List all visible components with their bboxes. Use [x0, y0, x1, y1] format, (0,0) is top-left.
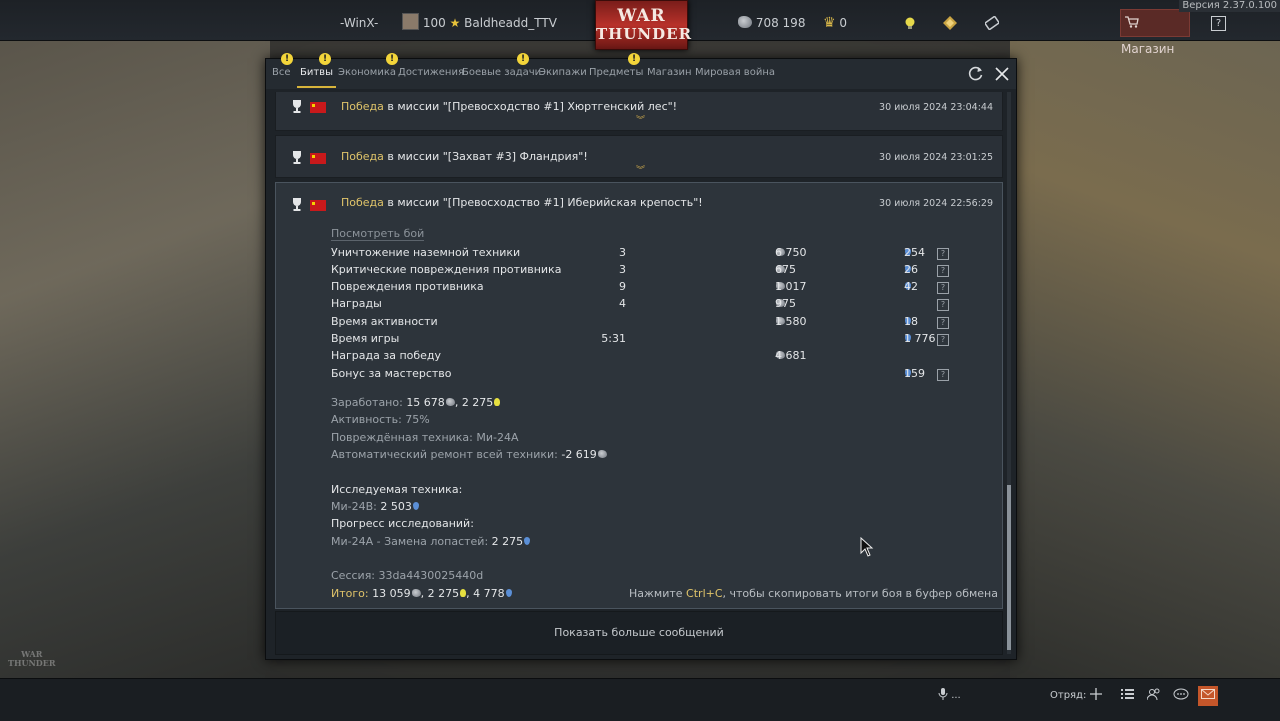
message-title: Победа в миссии "[Превосходство #1] Ибер… [341, 196, 703, 209]
copy-hint: Нажмите Ctrl+C, чтобы скопировать итоги … [629, 587, 998, 600]
alert-icon: ! [319, 53, 331, 65]
message-title: Победа в миссии "[Захват #3] Фландрия"! [341, 150, 588, 163]
activity-summary: Активность: 75% [331, 413, 430, 426]
player-level: 100 [422, 16, 446, 30]
alert-icon: ! [628, 53, 640, 65]
tab-world-war[interactable]: Мировая война [695, 59, 775, 89]
tab-items[interactable]: ! Предметы [589, 53, 643, 89]
alert-icon: ! [281, 53, 293, 65]
close-icon[interactable] [992, 64, 1012, 84]
trophy-icon [293, 151, 301, 164]
tab-achievements[interactable]: ! Достижения [386, 53, 464, 89]
show-more-button[interactable]: Показать больше сообщений [275, 611, 1003, 655]
message-list: Победа в миссии "[Превосходство #1] Хюрт… [275, 92, 1003, 657]
list-icon[interactable] [1121, 679, 1134, 713]
research-points-icon [412, 502, 419, 510]
bottom-bar: ... Отряд: [0, 678, 1280, 721]
mail-icon[interactable] [1198, 686, 1218, 706]
player-nickname: Baldheadd_TTV [464, 16, 557, 30]
background-left [0, 40, 270, 680]
watch-battle-link[interactable]: Посмотреть бой [331, 227, 425, 241]
alert-icon: ! [386, 53, 398, 65]
messages-dialog: ! Все ! Битвы Экономика ! Достижения ! Боевы… [265, 53, 1017, 660]
premium-icon[interactable] [943, 15, 957, 30]
ussr-flag-icon [310, 153, 326, 164]
eagle-icon: ♛ [823, 15, 836, 31]
research-item: Ми-24В: 2 503 [331, 500, 419, 513]
shop-button[interactable]: Магазин [1120, 9, 1190, 56]
progress-heading: Прогресс исследований: [331, 517, 474, 530]
silver-lion-icon [411, 589, 421, 597]
help-icon[interactable]: ? [937, 317, 949, 329]
chevron-down-icon[interactable]: ︾ [636, 113, 645, 126]
silver-lion-icon [597, 450, 607, 458]
profile[interactable]: 100 ★ Baldheadd_TTV [402, 0, 557, 40]
total-summary: Итого: 13 059, 2 275, 4 778 [331, 587, 512, 600]
tab-bar: ! Все ! Битвы Экономика ! Достижения ! Боевы… [266, 53, 1016, 89]
earned-summary: Заработано: 15 678, 2 275 [331, 396, 501, 409]
message-date: 30 июля 2024 23:04:44 [879, 102, 993, 113]
help-icon[interactable]: ? [937, 369, 949, 381]
help-button[interactable]: ? [1211, 16, 1226, 31]
golden-eagles-balance[interactable]: ♛ 0 [823, 0, 847, 40]
ussr-flag-icon [310, 200, 326, 211]
message-date: 30 июля 2024 23:01:25 [879, 152, 993, 163]
add-squad-member-icon[interactable] [1090, 679, 1102, 713]
top-bar: -WinX- 100 ★ Baldheadd_TTV WAR THUNDER 7… [0, 0, 1280, 56]
silver-lion-icon [445, 398, 455, 406]
help-icon[interactable]: ? [937, 282, 949, 294]
voice-chat[interactable]: ... [938, 679, 961, 713]
microphone-icon [938, 688, 948, 701]
help-icon[interactable]: ? [937, 299, 949, 311]
avatar [402, 13, 419, 30]
scrollbar-thumb[interactable] [1007, 485, 1011, 650]
tab-crews[interactable]: Экипажи [539, 59, 587, 89]
damaged-vehicle: Повреждённая техника: Ми-24А [331, 431, 519, 444]
silver-lions-balance[interactable]: 708 198 [737, 0, 805, 40]
list-item[interactable]: Победа в миссии "[Захват #3] Фландрия"! … [275, 135, 1003, 178]
scrollbar[interactable] [1007, 92, 1011, 654]
lightbulb-icon [494, 398, 501, 406]
research-points-icon [505, 589, 512, 597]
friends-icon[interactable] [1146, 679, 1162, 713]
trophy-icon [293, 100, 301, 113]
background-right [1010, 40, 1280, 680]
ussr-flag-icon [310, 102, 326, 113]
lightbulb-icon[interactable] [903, 15, 917, 29]
corner-logo: WAR THUNDER [8, 649, 56, 668]
chevron-down-icon[interactable]: ︾ [636, 163, 645, 176]
research-points-icon [524, 537, 531, 545]
list-item[interactable]: Победа в миссии "[Превосходство #1] Хюрт… [275, 92, 1003, 131]
version-label: Версия 2.37.0.100 [1179, 0, 1280, 12]
message-date: 30 июля 2024 22:56:29 [879, 198, 993, 209]
research-heading: Исследуемая техника: [331, 483, 463, 496]
chat-icon[interactable] [1173, 679, 1189, 713]
help-icon[interactable]: ? [937, 248, 949, 260]
message-title: Победа в миссии "[Превосходство #1] Хюрт… [341, 100, 678, 113]
session-id: Сессия: 33da4430025440d [331, 569, 484, 582]
list-item-expanded: Победа в миссии "[Превосходство #1] Ибер… [275, 182, 1003, 609]
help-icon[interactable]: ? [937, 334, 949, 346]
alert-icon: ! [517, 53, 529, 65]
trophy-icon [293, 198, 301, 211]
tab-battles[interactable]: ! Битвы [297, 53, 336, 89]
squad-label: Отряд: [1050, 690, 1087, 701]
repair-cost: Автоматический ремонт всей техники: -2 6… [331, 448, 607, 461]
mouse-cursor-icon [860, 537, 874, 557]
refresh-icon[interactable] [966, 64, 986, 84]
war-thunder-logo[interactable]: WAR THUNDER [595, 0, 691, 50]
tab-battle-tasks[interactable]: ! Боевые задачи [462, 53, 541, 89]
progress-item: Ми-24А - Замена лопастей: 2 275 [331, 535, 531, 548]
squad-tag[interactable]: -WinX- [340, 0, 378, 40]
cart-icon [1125, 10, 1139, 36]
tab-all[interactable]: ! Все [272, 53, 293, 89]
star-icon: ★ [449, 16, 461, 30]
tab-shop[interactable]: Магазин [647, 59, 692, 89]
coupon-icon[interactable] [984, 15, 1000, 31]
help-icon[interactable]: ? [937, 265, 949, 277]
silver-lion-icon [738, 16, 752, 28]
